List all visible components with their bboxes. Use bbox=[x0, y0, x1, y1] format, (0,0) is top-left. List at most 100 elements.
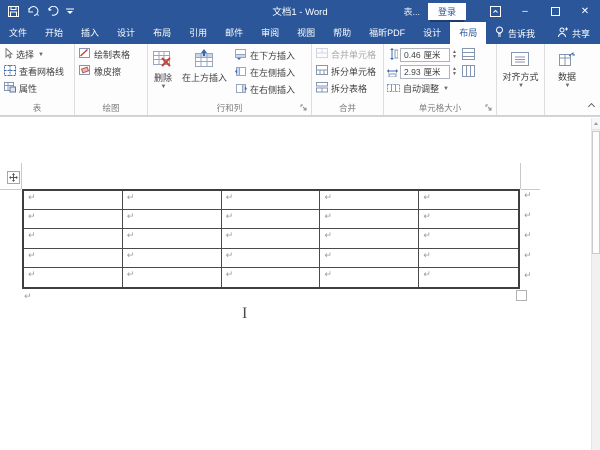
tab-审阅[interactable]: 审阅 bbox=[252, 22, 288, 44]
distribute-rows-icon[interactable] bbox=[461, 47, 475, 62]
title-bar: 文档1 - Word 表... 登录 – ✕ bbox=[0, 0, 600, 24]
tab-福昕PDF[interactable]: 福昕PDF bbox=[360, 22, 414, 44]
insert-left-button[interactable]: 在左侧插入 bbox=[231, 64, 299, 81]
minimize-icon[interactable]: – bbox=[510, 0, 540, 22]
table-cell[interactable]: ↵ bbox=[419, 249, 518, 268]
table-cell[interactable]: ↵ bbox=[122, 248, 222, 268]
row-end-marker: ↵ bbox=[524, 210, 532, 220]
redo-icon[interactable] bbox=[47, 5, 59, 17]
insert-right-button[interactable]: 在右侧插入 bbox=[231, 81, 299, 98]
tab-布局[interactable]: 布局 bbox=[144, 22, 180, 44]
table-cell[interactable]: ↵ bbox=[24, 229, 123, 249]
insert-below-button[interactable]: 在下方插入 bbox=[231, 47, 299, 64]
rows-columns-dialog-launcher-icon[interactable] bbox=[300, 104, 309, 113]
column-width-input[interactable]: 2.93 厘米 bbox=[400, 64, 450, 79]
table-cell[interactable]: ↵ bbox=[320, 191, 420, 211]
table-cell[interactable]: ↵ bbox=[122, 191, 222, 211]
properties-icon bbox=[4, 82, 16, 95]
draw-table-button[interactable]: 绘制表格 bbox=[75, 46, 147, 63]
save-icon[interactable] bbox=[8, 5, 19, 17]
ribbon-group-merge: 合并单元格 拆分单元格 拆分表格 合并 bbox=[312, 44, 384, 115]
split-table-button[interactable]: 拆分表格 bbox=[312, 80, 383, 97]
table-cell[interactable]: ↵ bbox=[24, 191, 123, 211]
table-cell[interactable]: ↵ bbox=[221, 210, 321, 230]
autofit-button[interactable]: 自动调整 ▼ bbox=[384, 80, 496, 97]
customize-quick-access-icon[interactable] bbox=[66, 7, 74, 16]
table-cell[interactable]: ↵ bbox=[123, 267, 222, 287]
close-icon[interactable]: ✕ bbox=[570, 0, 600, 22]
table-cell[interactable]: ↵ bbox=[419, 268, 518, 287]
row-height-icon bbox=[387, 47, 399, 62]
tell-me-button[interactable]: 告诉我 bbox=[508, 27, 535, 40]
tab-设计[interactable]: 设计 bbox=[108, 22, 144, 44]
tab-file[interactable]: 文件 bbox=[0, 22, 36, 44]
alignment-button[interactable]: 对齐方式 ▼ bbox=[498, 46, 542, 98]
table-move-handle[interactable] bbox=[7, 171, 20, 184]
ribbon-group-rows-columns: 删除 ▼ 在上方插入 在下方插入 在左侧插入 在右侧插入 行和列 bbox=[148, 44, 312, 115]
table-cell[interactable]: ↵ bbox=[24, 210, 123, 230]
table-cell[interactable]: ↵ bbox=[419, 191, 518, 211]
eraser-button[interactable]: 橡皮擦 bbox=[75, 63, 147, 80]
data-icon bbox=[558, 52, 575, 70]
properties-button[interactable]: 属性 bbox=[0, 80, 74, 97]
ribbon-group-data: 数据 ▼ bbox=[545, 44, 589, 115]
tab-开始[interactable]: 开始 bbox=[36, 22, 72, 44]
group-label-merge: 合并 bbox=[338, 103, 356, 113]
scroll-up-arrow-icon[interactable] bbox=[592, 118, 600, 130]
table-cell[interactable]: ↵ bbox=[221, 229, 321, 249]
share-button[interactable]: 共享 bbox=[572, 27, 590, 40]
undo-icon[interactable] bbox=[26, 5, 40, 17]
delete-button[interactable]: 删除 ▼ bbox=[148, 46, 178, 98]
autofit-icon bbox=[387, 82, 400, 95]
table-cell[interactable]: ↵ bbox=[122, 210, 222, 230]
contextual-tab-设计[interactable]: 设计 bbox=[414, 22, 450, 44]
data-button[interactable]: 数据 ▼ bbox=[554, 46, 580, 98]
split-cells-icon bbox=[316, 65, 328, 78]
table-cell[interactable]: ↵ bbox=[24, 267, 123, 287]
merge-cells-button[interactable]: 合并单元格 bbox=[312, 46, 383, 63]
sign-in-button[interactable]: 登录 bbox=[427, 2, 466, 24]
split-cells-button[interactable]: 拆分单元格 bbox=[312, 63, 383, 80]
table-cell[interactable]: ↵ bbox=[320, 248, 420, 268]
row-height-spinner[interactable]: ▲ ▼ bbox=[452, 49, 457, 60]
table-cell[interactable]: ↵ bbox=[419, 229, 518, 249]
column-width-spinner[interactable]: ▲ ▼ bbox=[452, 66, 457, 77]
table-cell[interactable]: ↵ bbox=[419, 210, 518, 230]
document-canvas[interactable]: ↵ ↵ ↵ ↵ ↵ ↵ ↵ ↵ ↵ ↵ ↵ ↵ ↵ ↵ ↵ ↵ ↵ ↵ ↵ ↵ ↵ ↵ ↵ ↵ ↵ ↵ ↵ ↵ ↵ ↵ ↵ I bbox=[0, 116, 600, 450]
row-end-marker: ↵ bbox=[524, 270, 532, 280]
scrollbar-thumb[interactable] bbox=[592, 131, 600, 254]
tab-引用[interactable]: 引用 bbox=[180, 22, 216, 44]
paragraph-marker: ↵ bbox=[24, 291, 32, 301]
table-resize-handle[interactable] bbox=[516, 290, 527, 301]
select-button[interactable]: 选择 ▼ bbox=[0, 46, 74, 63]
insert-above-button[interactable]: 在上方插入 bbox=[178, 46, 231, 98]
eraser-icon bbox=[79, 65, 91, 78]
cell-size-dialog-launcher-icon[interactable] bbox=[485, 104, 494, 113]
table-cell[interactable]: ↵ bbox=[221, 248, 321, 268]
select-cursor-icon bbox=[4, 47, 14, 61]
group-label-table: 表 bbox=[32, 103, 42, 113]
row-height-input[interactable]: 0.46 厘米 bbox=[400, 47, 450, 62]
document-table[interactable]: ↵ ↵ ↵ ↵ ↵ ↵ ↵ ↵ ↵ ↵ ↵ ↵ ↵ ↵ ↵ ↵ ↵ ↵ ↵ ↵ ↵ ↵ ↵ ↵ ↵ bbox=[22, 189, 520, 289]
tab-视图[interactable]: 视图 bbox=[288, 22, 324, 44]
table-cell[interactable]: ↵ bbox=[24, 248, 123, 268]
tab-插入[interactable]: 插入 bbox=[72, 22, 108, 44]
collapse-ribbon-icon[interactable] bbox=[587, 102, 596, 111]
maximize-icon[interactable] bbox=[540, 0, 570, 22]
table-cell[interactable]: ↵ bbox=[221, 191, 321, 211]
table-cell[interactable]: ↵ bbox=[222, 267, 321, 287]
contextual-tab-布局[interactable]: 布局 bbox=[450, 22, 487, 44]
margin-cropmark-left bbox=[21, 163, 22, 189]
distribute-columns-icon[interactable] bbox=[461, 64, 475, 79]
view-gridlines-button[interactable]: 查看网格线 bbox=[0, 63, 74, 80]
table-cell[interactable]: ↵ bbox=[320, 267, 420, 287]
row-height-control: 0.46 厘米 ▲ ▼ bbox=[384, 46, 496, 63]
text-cursor: I bbox=[242, 305, 248, 322]
table-cell[interactable]: ↵ bbox=[320, 229, 420, 249]
ribbon-display-options-icon[interactable] bbox=[480, 0, 510, 22]
tab-邮件[interactable]: 邮件 bbox=[216, 22, 252, 44]
tab-帮助[interactable]: 帮助 bbox=[324, 22, 360, 44]
vertical-scrollbar[interactable] bbox=[591, 118, 600, 450]
table-cell[interactable]: ↵ bbox=[320, 210, 420, 230]
table-cell[interactable]: ↵ bbox=[122, 229, 222, 249]
